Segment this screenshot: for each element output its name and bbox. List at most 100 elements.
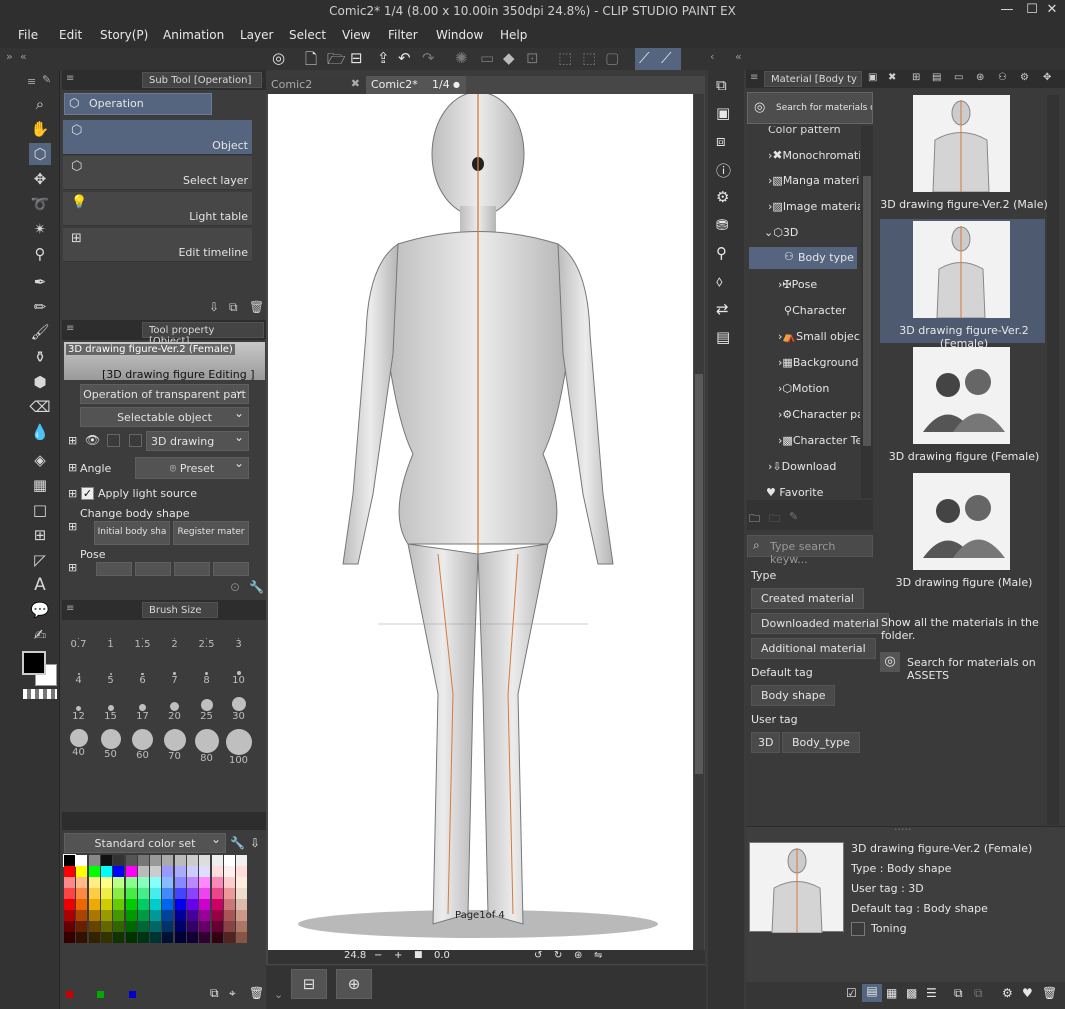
brush-size-cell[interactable]: 12 [63,693,94,724]
fill-icon[interactable]: ▭ [480,49,494,67]
ruler-tool-icon[interactable]: ◸ [29,549,51,571]
color-swatch[interactable] [137,932,149,943]
color-swatch[interactable] [162,888,174,899]
tree-item-favorite[interactable]: ♥ Favorite [766,486,823,498]
transform-icon[interactable]: ◆ [503,49,515,67]
pose-button-4[interactable] [213,562,249,576]
tree-item-pose[interactable]: ›✠Pose [778,278,817,302]
register-material-button[interactable]: Register mater [173,521,249,545]
delete-subtool-icon[interactable]: 🗑 [249,300,264,314]
color-swatch[interactable] [100,899,112,910]
tree-item-download[interactable]: ›⇩Download [768,460,836,484]
panel-menu-icon[interactable]: ≡ [66,323,74,334]
export-subtool-icon[interactable]: ⇩ [209,300,219,314]
color-swatch[interactable] [199,910,211,921]
check-icon[interactable]: ☑ [846,986,857,1000]
color-swatch[interactable] [113,855,125,866]
resize-handle[interactable]: ····· [894,823,911,836]
color-swatch[interactable] [187,877,198,888]
color-swatch[interactable] [211,888,223,899]
brush-size-cell[interactable]: 50 [95,729,126,760]
color-swatch[interactable] [64,921,75,932]
folder-2-icon[interactable]: 🗀 [769,510,780,529]
edit-folder-icon[interactable]: ✎ [789,510,798,523]
brush-size-cell[interactable]: 2.5 [191,621,222,652]
brush-size-cell[interactable]: 2 [159,621,190,652]
color-swatch[interactable] [125,866,137,877]
favorite-heart-icon[interactable]: ♥ [1022,986,1033,1000]
color-swatch[interactable] [199,877,211,888]
color-swatch[interactable] [174,866,186,877]
brush-size-cell[interactable]: 1 [95,621,126,652]
color-swatch[interactable] [76,866,88,877]
color-set-settings-icon[interactable]: 🔧 [230,836,245,850]
eyedropper-tool-icon[interactable]: ⚲ [29,243,51,265]
clear-icon[interactable]: ✺ [455,49,468,67]
color-swatch[interactable] [137,855,149,866]
expand-right-icon[interactable]: « [735,50,742,63]
material-tab-5-icon[interactable]: ⊛ [976,72,984,83]
apply-light-checkbox[interactable]: ✓ [81,487,94,500]
color-swatch[interactable] [223,866,235,877]
color-swatch[interactable] [76,910,88,921]
color-swatch[interactable] [76,888,88,899]
color-swatch[interactable] [100,921,112,932]
add-color-icon[interactable]: ⧉ [210,986,219,1001]
export-icon[interactable]: ⇪ [377,49,390,67]
color-swatch[interactable] [76,932,88,943]
move-layer-tool-icon[interactable]: ✥ [29,168,51,190]
color-swatch[interactable] [174,899,186,910]
color-swatch[interactable] [223,888,235,899]
menu-edit[interactable]: Edit [59,28,82,42]
color-swatch[interactable] [199,888,211,899]
brush-size-cell[interactable]: 10 [223,657,254,688]
color-swatch[interactable] [223,855,235,866]
color-swatch[interactable] [113,910,125,921]
deselect-icon[interactable]: ⬚ [558,49,572,67]
color-swatch[interactable] [187,932,198,943]
color-swatch[interactable] [223,877,235,888]
color-swatch[interactable] [174,921,186,932]
visibility-eye-icon[interactable]: 👁 [85,433,100,447]
snap-special-ruler-icon[interactable]: ⟋ [661,49,672,67]
camera-button[interactable]: ⊕ [336,969,372,999]
menu-file[interactable]: File [18,28,38,42]
color-swatch[interactable] [113,866,125,877]
undo-icon[interactable]: ↶ [398,49,411,67]
color-swatch[interactable] [76,877,88,888]
brush-size-cell[interactable]: 0.7 [63,621,94,652]
search-assets-button[interactable]: ◎ Search for materials on ASS [747,92,873,124]
tree-item-motion[interactable]: ›⬡Motion [778,382,829,406]
tag-additional-material[interactable]: Additional material [751,638,876,659]
menu-animation[interactable]: Animation [163,28,224,42]
timeline-button[interactable]: ⊟ [291,969,327,999]
color-swatch[interactable] [137,899,149,910]
color-swatch[interactable] [150,888,162,899]
tag-downloaded-material[interactable]: Downloaded material [751,613,889,634]
color-swatch[interactable] [223,899,235,910]
tree-scrollbar[interactable] [861,126,873,498]
toolprop-tab[interactable]: Tool property [Object] [142,322,264,347]
color-swatch[interactable] [113,899,125,910]
tag-3d[interactable]: 3D [751,732,781,753]
color-swatch[interactable] [236,932,248,943]
select-checkbox[interactable] [129,434,142,447]
pose-button-1[interactable] [96,562,132,576]
color-swatch[interactable] [76,921,88,932]
paste-icon[interactable]: ⧉ [954,986,963,1001]
panel-menu-icon[interactable]: ≡ [66,73,74,84]
brush-size-cell[interactable]: 100 [223,729,254,766]
brush-size-cell[interactable]: 6 [127,657,158,688]
lasso-tool-icon[interactable]: ➰ [29,193,51,215]
color-swatch[interactable] [113,888,125,899]
subtool-tab[interactable]: Sub Tool [Operation] [142,72,262,88]
lock-checkbox[interactable] [107,434,120,447]
color-swatch[interactable] [88,921,100,932]
canvas-vertical-scrollbar[interactable] [694,94,704,950]
brush-size-cell[interactable]: 3 [223,621,254,652]
thumbnail-scrollbar[interactable] [1047,95,1059,825]
zoom-value[interactable]: 24.8 [344,950,366,961]
open-file-icon[interactable]: 🗁 [327,49,346,74]
color-swatch[interactable] [113,932,125,943]
color-swatch[interactable] [113,921,125,932]
